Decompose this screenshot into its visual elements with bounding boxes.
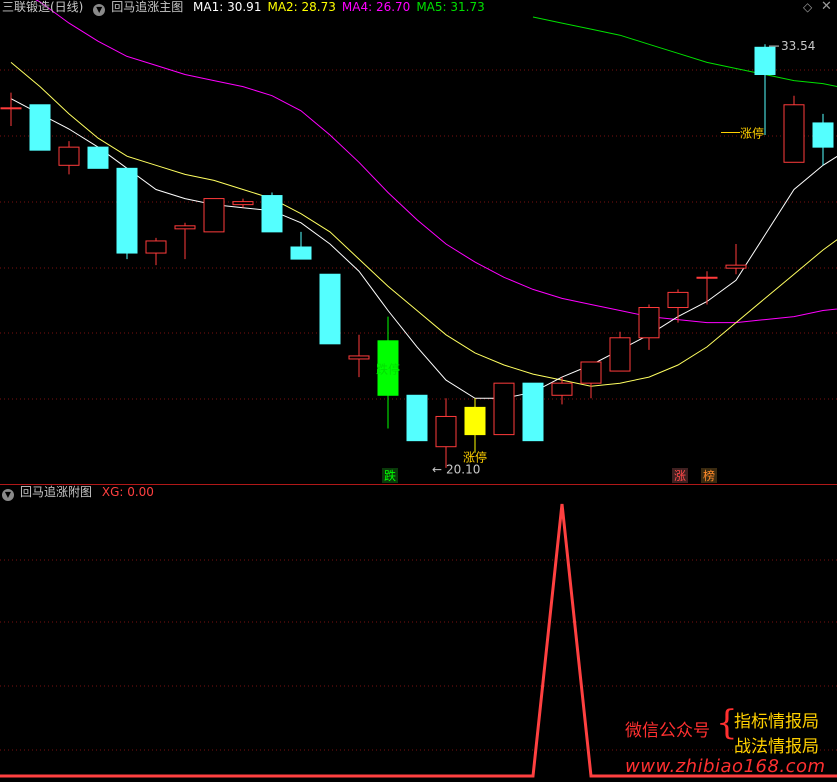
close-icon[interactable]: ✕ [821,0,832,14]
candle-body [812,122,834,148]
chart-annotation: 20.10 [446,462,480,476]
chart-annotation: 涨停 [740,126,764,141]
candle [174,222,196,260]
ma4-line [35,0,837,324]
candle-body [754,46,776,76]
stock-title: 三联锻造(日线) [2,0,84,14]
candle [667,289,689,323]
indicator-name: 回马追涨主图 [111,0,184,14]
candle [522,382,544,442]
candle-body [696,276,718,279]
candle [29,104,51,151]
xg-line [0,503,837,778]
signal-marker: 跌 [382,468,398,483]
chevron-down-icon[interactable]: ▼ [2,489,14,501]
ma-legend-item: MA1: 30.91 [193,0,262,14]
candle [290,231,312,260]
price-arrow: ← [432,462,442,476]
candle-body [290,246,312,260]
candles [0,44,834,468]
candle [145,237,167,266]
candle-body [232,201,254,206]
candle-body [406,394,428,442]
candle [203,198,225,233]
candle [261,192,283,233]
candle-body [116,167,138,254]
ma-legend: MA1: 30.91 MA2: 28.73 MA4: 26.70 MA5: 31.73 [193,0,491,14]
sub-header: ▼ 回马追涨附图 XG: 0.00 [2,485,160,501]
marker-label: 涨 [674,468,686,483]
expand-icon[interactable]: ◇ [803,0,812,14]
candle [348,334,370,378]
watermark-url: www.zhibiao168.com [625,756,826,777]
chevron-down-icon[interactable]: ▼ [93,4,106,16]
candle-body [667,291,689,309]
candle-body [580,361,602,384]
subpanel-title: 回马追涨附图 [20,485,93,499]
chart-canvas: 跌停涨停涨停33.54← 20.10 跌涨榜 [0,0,837,778]
candle-body [638,307,660,339]
main-header: 三联锻造(日线) ▼ 回马追涨主图 MA1: 30.91 MA2: 28.73 MA4… [2,0,497,16]
signal-marker: 涨 [672,468,688,483]
candle [696,271,718,305]
candle [638,304,660,350]
candle [0,92,22,126]
candle-body [58,146,80,166]
candle [406,394,428,442]
candle-body [551,382,573,396]
candle [58,141,80,175]
candle [232,198,254,208]
candle-body [145,240,167,254]
xg-series [0,503,837,778]
candle-body [609,337,631,372]
xg-value: XG: 0.00 [101,485,154,499]
watermark-brand-1: 指标情报局 [734,712,819,732]
ma-legend-item: MA2: 28.73 [267,0,336,14]
signal-marker: 榜 [701,468,717,483]
candle-body [522,382,544,442]
candle-body [0,107,22,110]
candle-body [319,273,341,345]
marker-label: 跌 [384,468,396,483]
ma-legend-item: MA4: 26.70 [341,0,411,14]
candle-body [493,382,515,436]
candle-body [464,406,486,436]
marker-label: 榜 [703,468,715,483]
candle [580,361,602,399]
candle [87,146,109,169]
candle [609,331,631,372]
candle [319,273,341,345]
candle-body [435,415,457,448]
candle [464,398,486,453]
candle [435,398,457,468]
candle-body [725,264,747,269]
candle-body [783,104,805,163]
ma5-line [532,16,837,88]
watermark-brand-2: 战法情报局 [734,737,819,757]
chart-annotation: 跌停 [376,362,400,377]
candle-body [174,225,196,230]
watermark-wechat: 微信公众号 [625,721,710,741]
candle [783,95,805,163]
chart-annotation: 33.54 [781,39,815,53]
candle-body [87,146,109,169]
candle [116,167,138,260]
candle [754,44,776,136]
candle-body [29,104,51,151]
annotations: 跌停涨停涨停33.54← 20.10 [376,39,815,476]
candle-body [348,355,370,360]
candle [812,113,834,166]
candle [493,382,515,436]
ma-legend-item: MA5: 31.73 [416,0,485,14]
candle-body [203,198,225,233]
candle-body [261,195,283,233]
